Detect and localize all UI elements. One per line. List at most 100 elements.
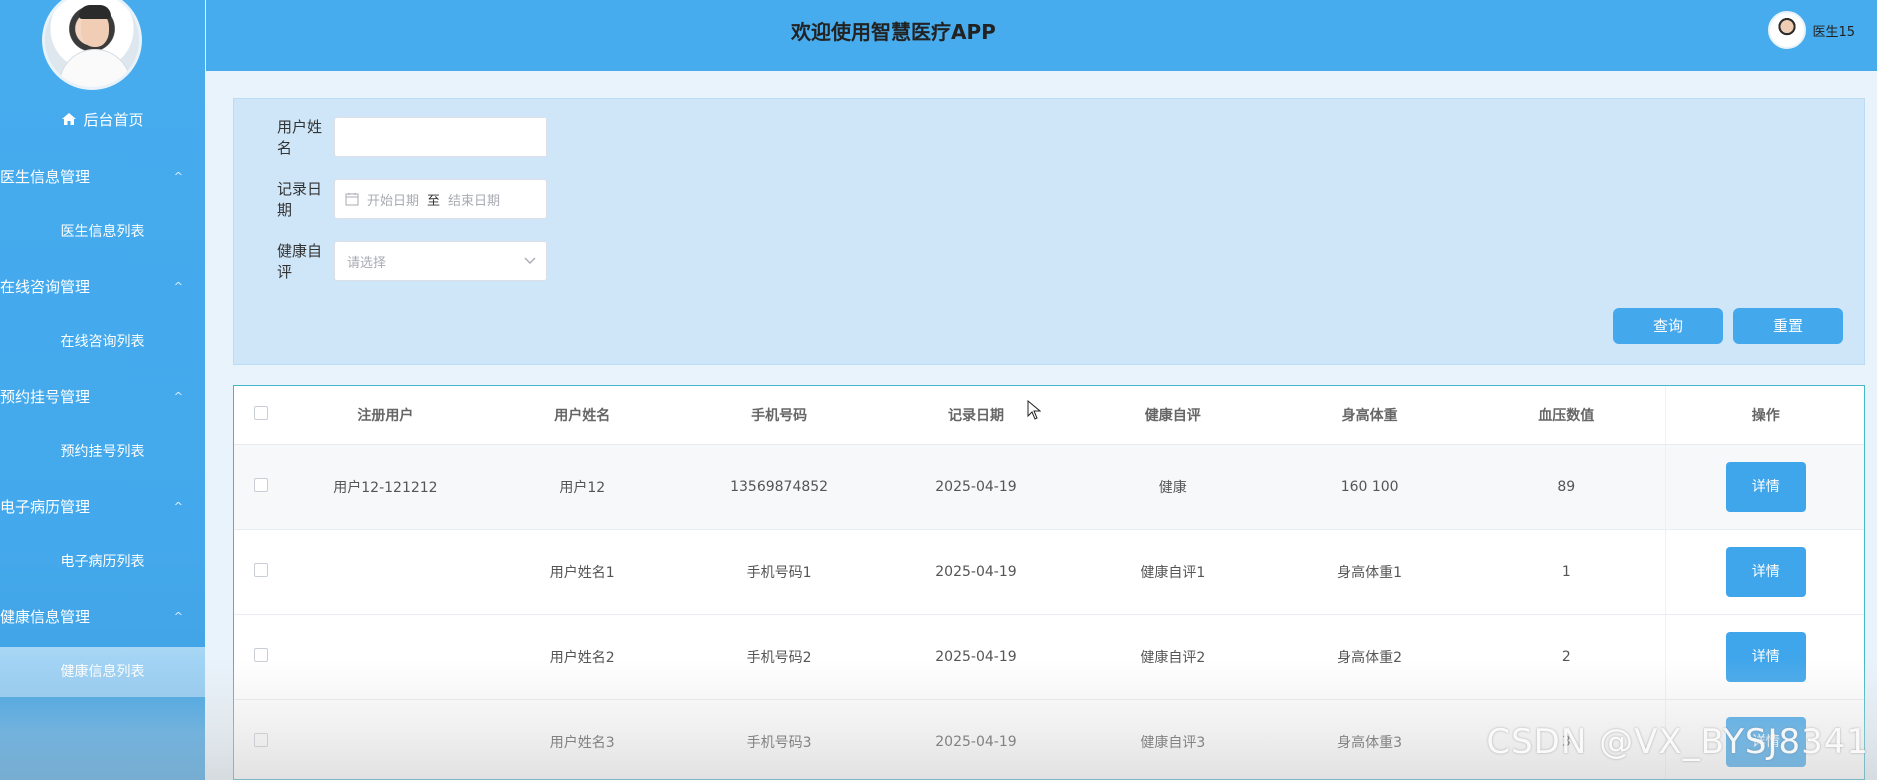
cell-user: [287, 529, 484, 615]
cell-height-weight: 身高体重1: [1271, 529, 1469, 615]
sidebar-item-label: 在线咨询列表: [60, 334, 145, 350]
row-check-cell: [234, 699, 287, 779]
form-row-date: 记录日期 开始日期 至 结束日期: [234, 179, 547, 219]
self-eval-select[interactable]: 请选择: [334, 241, 547, 281]
row-checkbox[interactable]: [253, 562, 268, 577]
self-eval-label: 健康自评: [277, 242, 323, 281]
row-check-cell: [234, 529, 287, 615]
date-label: 记录日期: [277, 180, 323, 219]
form-row-self-eval: 健康自评 请选择: [234, 241, 547, 281]
cell-user: [287, 614, 484, 700]
col-header-ops: 操作: [1664, 386, 1864, 445]
date-start-placeholder[interactable]: 开始日期: [367, 190, 419, 209]
detail-button[interactable]: 详情: [1725, 461, 1806, 512]
form-row-name: 用户姓名: [234, 117, 547, 157]
cell-date: 2025-04-19: [877, 614, 1075, 700]
chevron-up-icon: ^: [173, 170, 183, 183]
select-all-cell: [234, 386, 287, 445]
name-input-wrap: [334, 117, 547, 157]
cell-ops: 详情: [1664, 444, 1864, 530]
detail-button[interactable]: 详情: [1725, 546, 1806, 597]
cell-phone: 13569874852: [680, 444, 878, 530]
cell-bp: 89: [1468, 444, 1665, 530]
table-row: 用户姓名2 手机号码2 2025-04-19 健康自评2 身高体重2 2 详情: [234, 614, 1864, 700]
table-row: 用户12-121212 用户12 13569874852 2025-04-19 …: [234, 444, 1864, 530]
col-header-date[interactable]: 记录日期: [877, 386, 1075, 445]
watermark: CSDN @VX_BYSJ8341: [1486, 722, 1869, 762]
sidebar-home-link[interactable]: 后台首页: [0, 108, 205, 132]
cell-height-weight: 160 100: [1271, 444, 1469, 530]
date-separator: 至: [427, 193, 441, 209]
sidebar-avatar: [42, 0, 142, 90]
sidebar-item-appointment-list[interactable]: 预约挂号列表: [0, 430, 205, 474]
table-header-row: 注册用户 用户姓名 手机号码 记录日期 健康自评 身高体重 血压数值 操作: [234, 386, 1864, 445]
cell-phone: 手机号码3: [680, 699, 878, 779]
user-name: 医生15: [1812, 24, 1855, 40]
chevron-up-icon: ^: [173, 390, 183, 403]
row-checkbox[interactable]: [253, 647, 268, 662]
detail-button[interactable]: 详情: [1725, 631, 1806, 682]
sidebar-group-label: 在线咨询管理: [0, 278, 91, 296]
top-header: 欢迎使用智慧医疗APP 医生15: [206, 0, 1877, 71]
sidebar-item-label: 预约挂号列表: [60, 444, 145, 460]
calendar-icon: [345, 193, 359, 206]
col-header-user[interactable]: 注册用户: [287, 386, 484, 445]
date-range-picker[interactable]: 开始日期 至 结束日期: [334, 179, 547, 219]
sidebar-group-doctor[interactable]: 医生信息管理 ^: [0, 155, 205, 199]
col-header-bp[interactable]: 血压数值: [1468, 386, 1665, 445]
cell-date: 2025-04-19: [877, 444, 1075, 530]
chevron-up-icon: ^: [173, 500, 183, 513]
sidebar-group-label: 预约挂号管理: [0, 388, 91, 406]
sidebar-item-label: 电子病历列表: [60, 554, 145, 570]
row-checkbox[interactable]: [253, 477, 268, 492]
sidebar-group-health[interactable]: 健康信息管理 ^: [0, 595, 205, 639]
cell-user: [287, 699, 484, 779]
col-header-phone[interactable]: 手机号码: [680, 386, 878, 445]
sidebar-item-label: 医生信息列表: [60, 224, 145, 240]
col-header-height-weight[interactable]: 身高体重: [1271, 386, 1469, 445]
sidebar-item-emr-list[interactable]: 电子病历列表: [0, 540, 205, 584]
cell-name: 用户姓名2: [483, 614, 681, 700]
cell-phone: 手机号码1: [680, 529, 878, 615]
query-button[interactable]: 查询: [1613, 308, 1723, 344]
select-all-checkbox[interactable]: [253, 405, 268, 420]
cell-ops: 详情: [1664, 529, 1864, 615]
cell-user: 用户12-121212: [287, 444, 484, 530]
table-row: 用户姓名1 手机号码1 2025-04-19 健康自评1 身高体重1 1 详情: [234, 529, 1864, 615]
cell-self-eval: 健康自评1: [1074, 529, 1272, 615]
sidebar-group-appointment[interactable]: 预约挂号管理 ^: [0, 375, 205, 419]
cell-bp: 1: [1468, 529, 1665, 615]
date-end-placeholder[interactable]: 结束日期: [448, 190, 500, 209]
mouse-cursor-icon: [1027, 400, 1041, 420]
cell-self-eval: 健康自评2: [1074, 614, 1272, 700]
name-label: 用户姓名: [277, 118, 323, 157]
sidebar-home-label: 后台首页: [83, 111, 144, 129]
sidebar-group-label: 电子病历管理: [0, 498, 91, 516]
chevron-up-icon: ^: [173, 280, 183, 293]
cell-self-eval: 健康自评3: [1074, 699, 1272, 779]
sidebar-item-consult-list[interactable]: 在线咨询列表: [0, 320, 205, 364]
data-table: 注册用户 用户姓名 手机号码 记录日期 健康自评 身高体重 血压数值 操作 用户…: [233, 385, 1865, 780]
user-menu[interactable]: 医生15: [1768, 10, 1855, 50]
sidebar-group-consult[interactable]: 在线咨询管理 ^: [0, 265, 205, 309]
sidebar-item-doctor-list[interactable]: 医生信息列表: [0, 210, 205, 254]
cell-name: 用户12: [483, 444, 681, 530]
col-header-self-eval[interactable]: 健康自评: [1074, 386, 1272, 445]
sidebar-group-emr[interactable]: 电子病历管理 ^: [0, 485, 205, 529]
cell-ops: 详情: [1664, 614, 1864, 700]
self-eval-placeholder: 请选择: [347, 255, 387, 271]
name-input[interactable]: [347, 118, 546, 156]
chevron-down-icon: [524, 257, 536, 264]
sidebar-group-label: 医生信息管理: [0, 168, 91, 186]
home-icon: [62, 113, 77, 125]
cell-name: 用户姓名1: [483, 529, 681, 615]
search-panel: 用户姓名 记录日期 开始日期 至 结束日期 健康自评 请选择 查询 重置: [233, 98, 1865, 365]
sidebar-item-health-list[interactable]: 健康信息列表: [0, 647, 205, 697]
sidebar-group-label: 健康信息管理: [0, 608, 91, 626]
col-header-name[interactable]: 用户姓名: [483, 386, 681, 445]
avatar: [1768, 11, 1807, 49]
cell-date: 2025-04-19: [877, 529, 1075, 615]
reset-button[interactable]: 重置: [1733, 308, 1843, 344]
cell-bp: 2: [1468, 614, 1665, 700]
row-checkbox[interactable]: [253, 732, 268, 747]
